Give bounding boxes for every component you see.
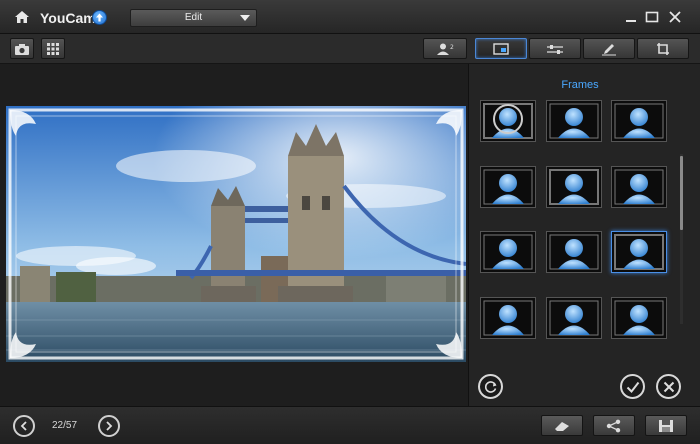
face-login-button[interactable]: 2 <box>423 38 467 59</box>
camera-button[interactable] <box>10 38 34 59</box>
frame-thumbnail[interactable] <box>546 297 602 339</box>
grid-view-icon <box>47 42 59 55</box>
refresh-button[interactable] <box>478 374 503 399</box>
frame-thumbnail[interactable] <box>480 297 536 339</box>
photo-preview[interactable] <box>6 106 466 428</box>
cancel-button[interactable] <box>656 374 681 399</box>
save-button[interactable] <box>645 415 687 436</box>
refresh-icon <box>484 380 496 393</box>
chevron-down-icon <box>240 15 250 21</box>
adjust-icon <box>547 44 563 54</box>
update-icon[interactable] <box>92 10 107 25</box>
avatar-placeholder-icon <box>483 103 533 139</box>
frames-panel: Frames <box>468 64 700 406</box>
previous-icon <box>20 421 27 431</box>
share-icon <box>606 419 621 432</box>
title-bar: YouCam Edit <box>0 0 700 34</box>
draw-tab[interactable] <box>583 38 635 59</box>
avatar-placeholder-icon <box>549 300 599 336</box>
frame-thumbnail[interactable] <box>480 100 536 142</box>
home-icon[interactable] <box>14 9 30 25</box>
avatar-placeholder-icon <box>614 169 664 205</box>
avatar-placeholder-icon <box>614 103 664 139</box>
panel-title: Frames <box>561 79 599 91</box>
apply-icon <box>626 381 639 393</box>
crop-tab[interactable] <box>637 38 689 59</box>
grid-view-button[interactable] <box>41 38 65 59</box>
camera-icon <box>15 43 29 55</box>
draw-icon <box>602 43 616 55</box>
scrollbar-thumb[interactable] <box>680 156 683 230</box>
app-title: YouCam <box>40 10 96 26</box>
frames-effect-tab[interactable] <box>475 38 527 59</box>
frame-thumbnail[interactable] <box>611 100 667 142</box>
frame-thumbnail[interactable] <box>546 166 602 208</box>
maximize-icon[interactable] <box>643 8 661 26</box>
frame-thumbnail[interactable] <box>480 166 536 208</box>
frame-thumbnail[interactable] <box>546 100 602 142</box>
avatar-placeholder-icon <box>614 234 664 270</box>
eraser-icon <box>555 421 569 431</box>
frames-effect-icon <box>493 42 509 55</box>
avatar-placeholder-icon <box>549 103 599 139</box>
avatar-placeholder-icon <box>614 300 664 336</box>
frame-thumbnail[interactable] <box>611 166 667 208</box>
previous-button[interactable] <box>13 415 35 437</box>
photo-counter: 22/57 <box>52 420 78 431</box>
avatar-placeholder-icon <box>483 234 533 270</box>
close-icon[interactable] <box>666 8 684 26</box>
tower-bridge-photo <box>6 106 466 362</box>
cancel-icon <box>663 381 674 392</box>
avatar-placeholder-icon <box>483 300 533 336</box>
face-login-icon: 2 <box>437 43 454 55</box>
save-icon <box>659 419 673 432</box>
eraser-button[interactable] <box>541 415 583 436</box>
frame-thumbnail[interactable] <box>546 231 602 273</box>
toolbar: 2 <box>0 34 700 64</box>
frame-thumbnail[interactable] <box>611 231 667 273</box>
mode-select[interactable]: Edit <box>130 9 257 27</box>
avatar-placeholder-icon <box>483 169 533 205</box>
mode-select-value: Edit <box>184 12 203 23</box>
frame-thumbnail[interactable] <box>480 231 536 273</box>
svg-text:2: 2 <box>450 44 454 51</box>
avatar-placeholder-icon <box>549 234 599 270</box>
next-icon <box>106 421 113 431</box>
next-button[interactable] <box>98 415 120 437</box>
crop-icon <box>657 42 669 55</box>
adjust-tab[interactable] <box>529 38 581 59</box>
frame-thumbnail[interactable] <box>611 297 667 339</box>
share-button[interactable] <box>593 415 635 436</box>
apply-button[interactable] <box>620 374 645 399</box>
bottom-bar: 22/57 <box>0 406 700 444</box>
minimize-icon[interactable] <box>622 8 640 26</box>
avatar-placeholder-icon <box>549 169 599 205</box>
